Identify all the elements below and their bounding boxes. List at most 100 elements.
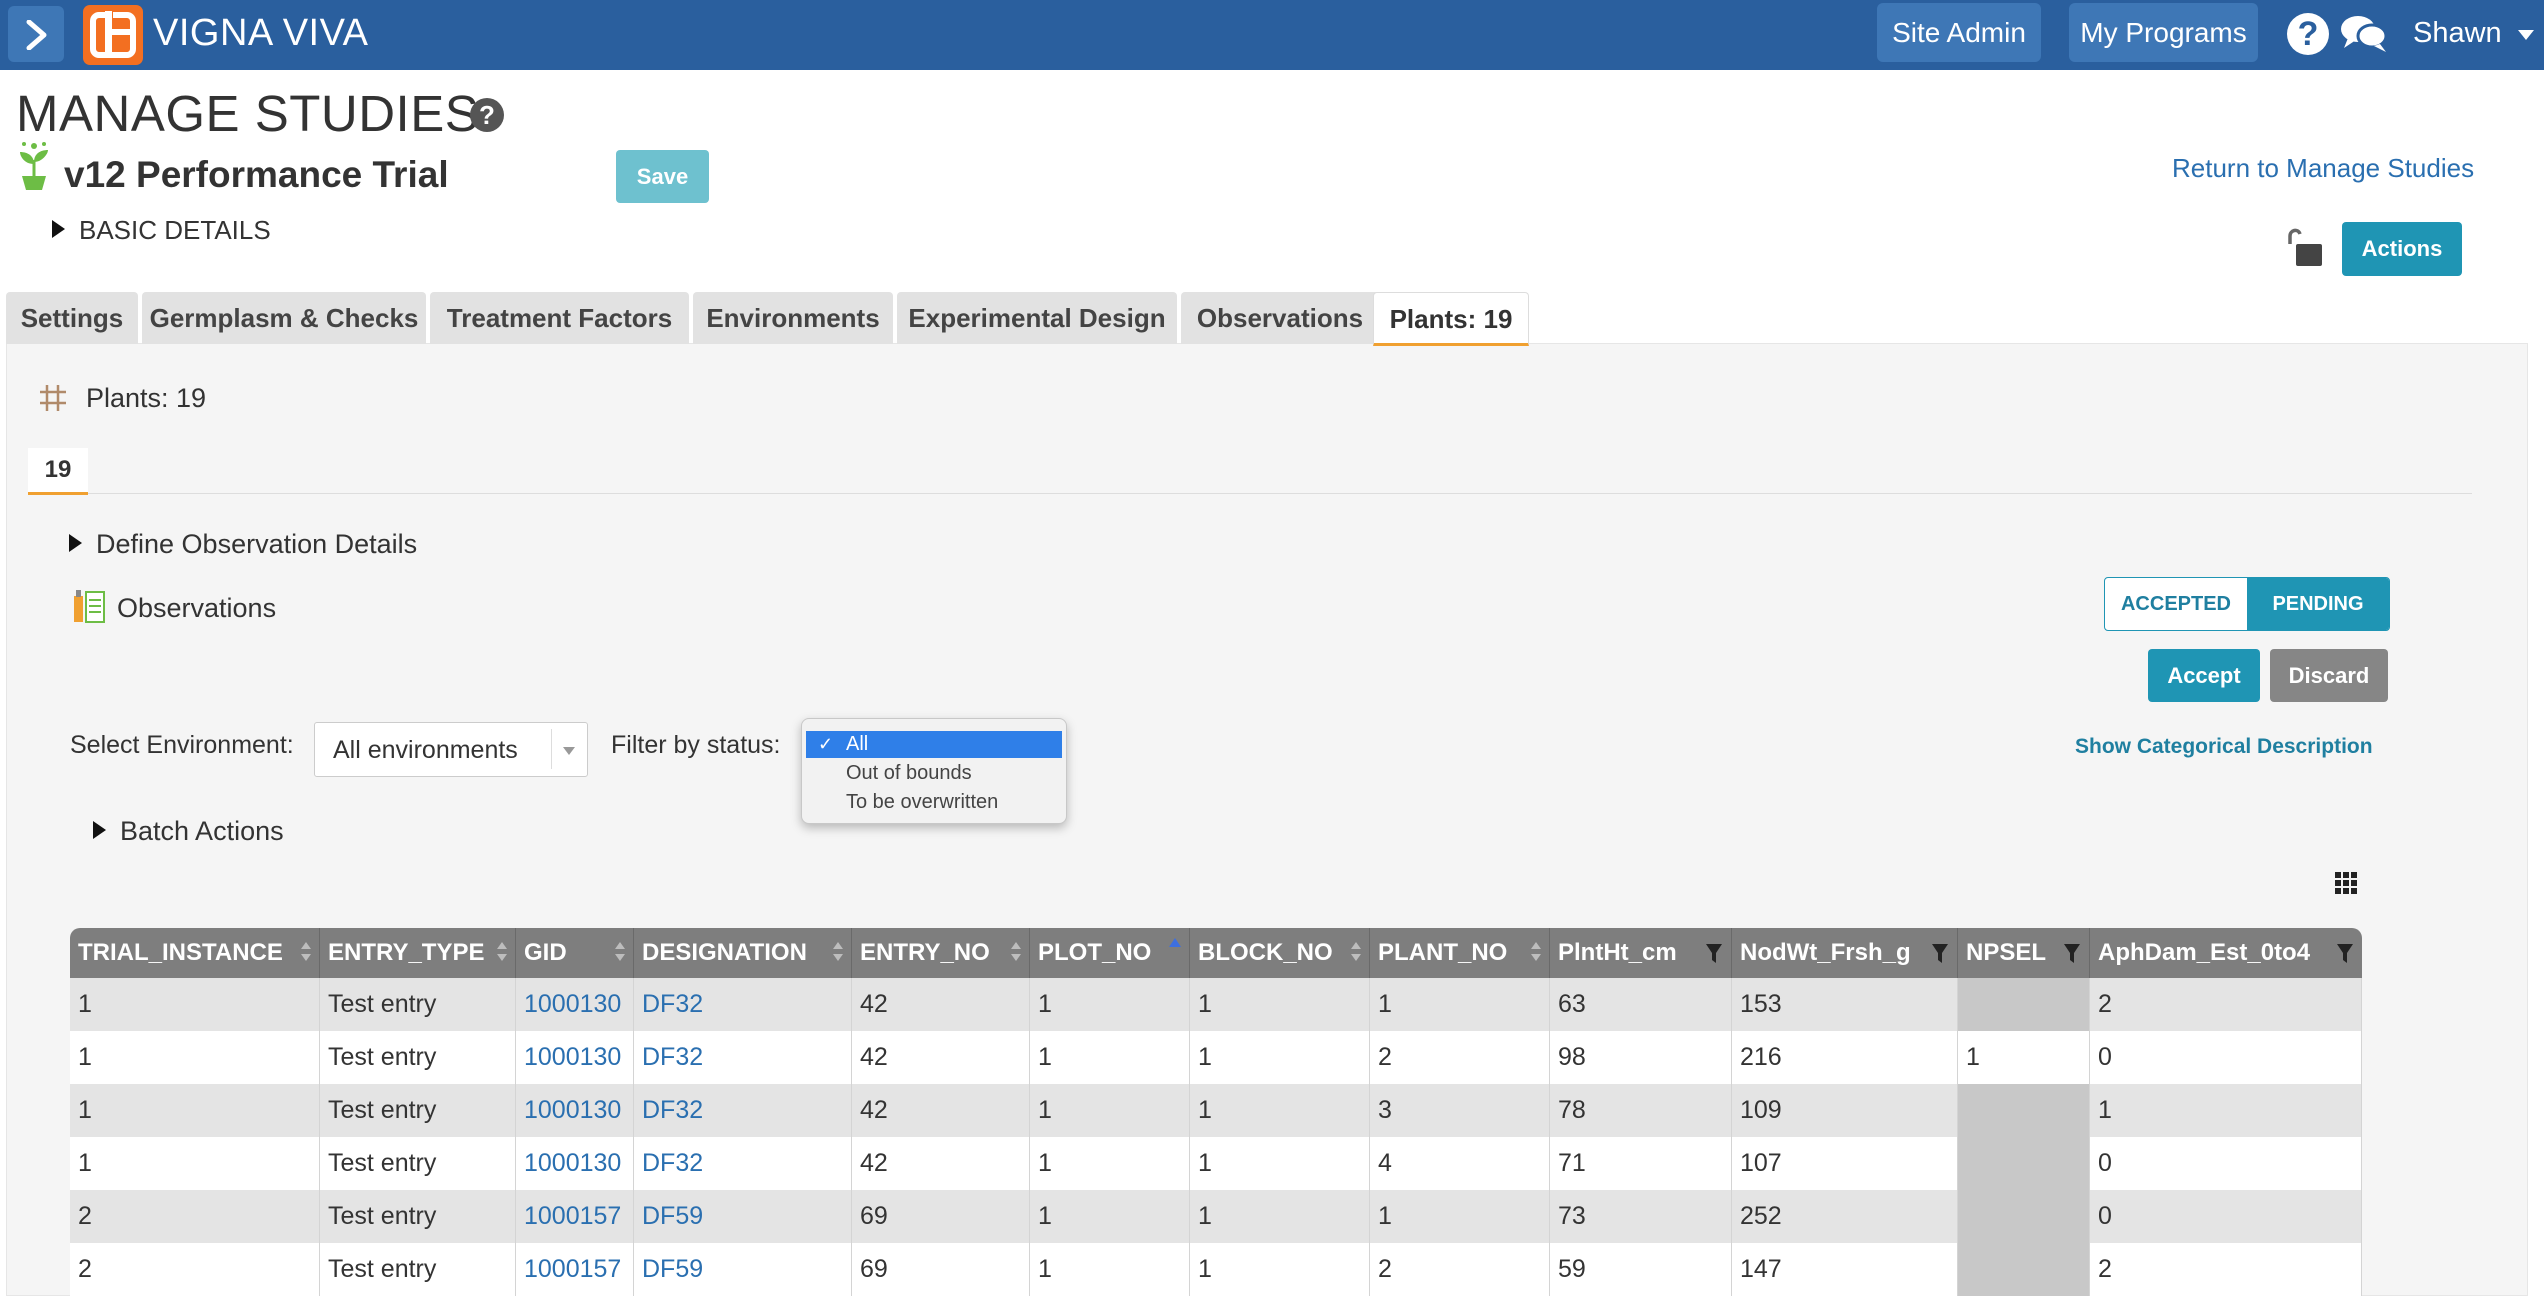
status-filter-dropdown[interactable]: ✓ All Out of bounds To be overwritten [801,718,1067,824]
status-option-all[interactable]: ✓ All [806,731,1062,758]
cell-plntht-cm[interactable]: 71 [1550,1137,1732,1190]
cell-aphdam-est-0to4[interactable]: 0 [2090,1190,2362,1243]
filter-icon[interactable] [2063,943,2081,965]
accept-button[interactable]: Accept [2148,649,2260,702]
cell-trial-instance: 1 [70,1137,320,1190]
sidebar-toggle-button[interactable] [8,6,64,62]
cell-block-no: 1 [1190,1031,1370,1084]
cell-aphdam-est-0to4[interactable]: 0 [2090,1031,2362,1084]
table-header: TRIAL_INSTANCE ENTRY_TYPE GID DESIGNATIO… [70,928,2362,978]
status-option-out-of-bounds[interactable]: Out of bounds [806,760,1062,787]
accepted-toggle-button[interactable]: ACCEPTED [2105,578,2247,630]
show-categorical-description-link[interactable]: Show Categorical Description [2075,735,2373,759]
cell-nodwt-frsh-g[interactable]: 107 [1732,1137,1958,1190]
cell-nodwt-frsh-g[interactable]: 153 [1732,978,1958,1031]
cell-plntht-cm[interactable]: 98 [1550,1031,1732,1084]
tab-observations[interactable]: Observations [1181,292,1379,344]
cell-aphdam-est-0to4[interactable]: 2 [2090,978,2362,1031]
my-programs-button[interactable]: My Programs [2069,3,2258,62]
cell-plntht-cm[interactable]: 59 [1550,1243,1732,1296]
cell-entry-no: 42 [852,1137,1030,1190]
cell-designation-link[interactable]: DF32 [634,1084,852,1137]
question-circle-icon[interactable]: ? [470,98,504,132]
cell-block-no: 1 [1190,978,1370,1031]
cell-aphdam-est-0to4[interactable]: 0 [2090,1137,2362,1190]
tab-environments[interactable]: Environments [693,292,893,344]
plants-heading: Plants: 19 [86,383,207,413]
tab-treatment-factors[interactable]: Treatment Factors [430,292,689,344]
define-observation-details-toggle[interactable]: Define Observation Details [69,529,417,560]
batch-actions-toggle[interactable]: Batch Actions [93,816,284,847]
basic-details-toggle[interactable]: BASIC DETAILS [52,215,271,246]
column-selector-grid-icon[interactable] [2334,871,2358,900]
top-navbar: VIGNA VIVA Site Admin My Programs ? Shaw… [0,0,2544,70]
user-menu[interactable]: Shawn [2413,17,2502,50]
save-button[interactable]: Save [616,150,709,203]
cell-npsel[interactable] [1958,1137,2090,1190]
cell-nodwt-frsh-g[interactable]: 252 [1732,1190,1958,1243]
cell-nodwt-frsh-g[interactable]: 147 [1732,1243,1958,1296]
cell-aphdam-est-0to4[interactable]: 1 [2090,1084,2362,1137]
site-admin-button[interactable]: Site Admin [1877,3,2041,62]
cell-npsel[interactable] [1958,1084,2090,1137]
tab-plants[interactable]: Plants: 19 [1373,292,1529,346]
cell-gid-link[interactable]: 1000130 [516,1084,634,1137]
status-option-to-be-overwritten[interactable]: To be overwritten [806,789,1062,816]
column-header-npsel[interactable]: NPSEL [1958,928,2090,978]
tab-instance-19[interactable]: 19 [28,448,88,495]
column-header-plant-no[interactable]: PLANT_NO [1370,928,1550,978]
cell-designation-link[interactable]: DF32 [634,1137,852,1190]
cell-plntht-cm[interactable]: 73 [1550,1190,1732,1243]
actions-button[interactable]: Actions [2342,222,2462,276]
caret-down-icon[interactable] [2518,30,2534,40]
cell-nodwt-frsh-g[interactable]: 109 [1732,1084,1958,1137]
cell-designation-link[interactable]: DF59 [634,1243,852,1296]
filter-icon[interactable] [2336,943,2354,965]
cell-designation-link[interactable]: DF32 [634,978,852,1031]
cell-gid-link[interactable]: 1000130 [516,978,634,1031]
cell-gid-link[interactable]: 1000157 [516,1243,634,1296]
filter-icon[interactable] [1705,943,1723,965]
column-header-aphdam-est-0to4[interactable]: AphDam_Est_0to4 [2090,928,2362,978]
table-row: 1 Test entry 1000130 DF32 42 1 1 1 63 15… [70,978,2362,1031]
cell-plot-no: 1 [1030,1031,1190,1084]
cell-gid-link[interactable]: 1000157 [516,1190,634,1243]
cell-nodwt-frsh-g[interactable]: 216 [1732,1031,1958,1084]
cell-entry-no: 69 [852,1190,1030,1243]
cell-npsel[interactable] [1958,1190,2090,1243]
select-environment-label: Select Environment: [70,731,294,759]
cell-entry-no: 42 [852,978,1030,1031]
column-header-plntht-cm[interactable]: PlntHt_cm [1550,928,1732,978]
discard-button[interactable]: Discard [2270,649,2388,702]
environment-select[interactable]: All environments [314,722,588,777]
column-header-entry-type[interactable]: ENTRY_TYPE [320,928,516,978]
tab-settings[interactable]: Settings [6,292,138,344]
environment-select-value: All environments [333,736,518,764]
cell-aphdam-est-0to4[interactable]: 2 [2090,1243,2362,1296]
cell-npsel[interactable] [1958,978,2090,1031]
column-header-gid[interactable]: GID [516,928,634,978]
column-header-designation[interactable]: DESIGNATION [634,928,852,978]
column-header-trial-instance[interactable]: TRIAL_INSTANCE [70,928,320,978]
tab-experimental-design[interactable]: Experimental Design [897,292,1177,344]
cell-gid-link[interactable]: 1000130 [516,1137,634,1190]
sort-ascending-icon[interactable] [1169,938,1181,947]
return-to-manage-studies-link[interactable]: Return to Manage Studies [2172,153,2474,184]
chat-icon[interactable] [2340,12,2388,61]
column-header-entry-no[interactable]: ENTRY_NO [852,928,1030,978]
cell-gid-link[interactable]: 1000130 [516,1031,634,1084]
help-icon[interactable]: ? [2287,13,2329,55]
unlock-icon[interactable] [2284,226,2328,273]
tab-germplasm-checks[interactable]: Germplasm & Checks [142,292,426,344]
column-header-nodwt-frsh-g[interactable]: NodWt_Frsh_g [1732,928,1958,978]
cell-npsel[interactable]: 1 [1958,1031,2090,1084]
cell-designation-link[interactable]: DF32 [634,1031,852,1084]
column-header-plot-no[interactable]: PLOT_NO [1030,928,1190,978]
filter-icon[interactable] [1931,943,1949,965]
cell-plntht-cm[interactable]: 78 [1550,1084,1732,1137]
cell-designation-link[interactable]: DF59 [634,1190,852,1243]
column-header-block-no[interactable]: BLOCK_NO [1190,928,1370,978]
cell-npsel[interactable] [1958,1243,2090,1296]
cell-plntht-cm[interactable]: 63 [1550,978,1732,1031]
pending-toggle-button[interactable]: PENDING [2247,578,2389,630]
